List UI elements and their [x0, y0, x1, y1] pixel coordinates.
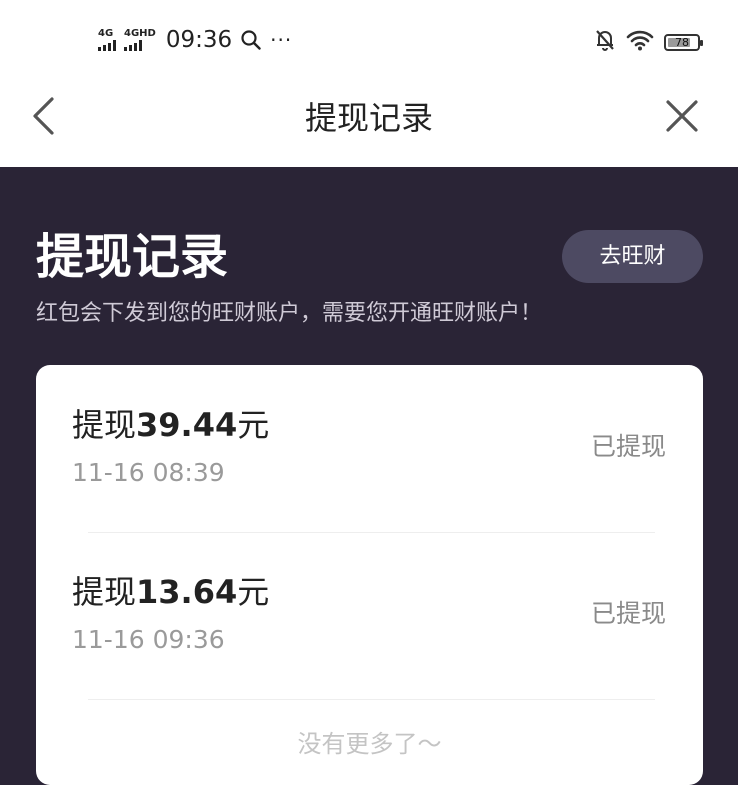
- record-time: 11-16 09:36: [72, 625, 225, 654]
- records-card: 提现39.44元 11-16 08:39 已提现 提现13.64元 11-16 …: [36, 365, 703, 785]
- battery-icon: 78: [664, 33, 703, 51]
- record-status: 已提现: [590, 599, 666, 628]
- record-amount-value: 39.44: [136, 406, 238, 444]
- hero-title: 提现记录: [36, 229, 229, 285]
- record-item: 提现39.44元 11-16 08:39 已提现: [36, 365, 703, 533]
- signal-bars-icon: [98, 40, 116, 51]
- top-area: 4G 4GHD 09:36 ··· 78 提现记录: [0, 0, 738, 167]
- status-bar: 4G 4GHD 09:36 ··· 78: [0, 22, 738, 62]
- record-amount: 提现39.44元: [72, 405, 269, 445]
- record-time: 11-16 08:39: [72, 458, 225, 487]
- record-prefix: 提现: [72, 573, 137, 611]
- hero-subtitle: 红包会下发到您的旺财账户，需要您开通旺财账户！: [36, 301, 543, 326]
- record-amount: 提现13.64元: [72, 572, 269, 612]
- page-title: 提现记录: [304, 99, 433, 137]
- go-wangcai-button[interactable]: 去旺财: [562, 230, 703, 283]
- signal-2: 4GHD: [124, 29, 156, 51]
- wifi-icon: [626, 29, 654, 55]
- record-unit: 元: [237, 406, 270, 444]
- more-icon: ···: [270, 28, 293, 52]
- search-icon: [240, 29, 262, 51]
- hero-section: 提现记录 去旺财 红包会下发到您的旺财账户，需要您开通旺财账户！: [0, 167, 738, 367]
- status-time: 09:36: [165, 27, 233, 53]
- divider: [88, 699, 655, 700]
- record-prefix: 提现: [72, 406, 137, 444]
- status-right: 78: [594, 28, 703, 56]
- signal-bars-icon: [124, 40, 142, 51]
- no-more-text: 没有更多了～: [297, 730, 442, 758]
- signal-2-label: 4GHD: [124, 28, 156, 39]
- battery-level: 78: [675, 35, 689, 49]
- status-left: 4G 4GHD 09:36 ···: [98, 26, 292, 54]
- record-status: 已提现: [590, 432, 666, 461]
- close-icon: [666, 100, 698, 132]
- record-item: 提现13.64元 11-16 09:36 已提现: [36, 532, 703, 700]
- record-unit: 元: [237, 573, 270, 611]
- record-amount-value: 13.64: [136, 573, 238, 611]
- bell-muted-icon: [594, 28, 616, 56]
- nav-bar: 提现记录: [0, 80, 738, 156]
- signal-1: 4G: [98, 29, 116, 51]
- signal-1-label: 4G: [98, 28, 114, 39]
- close-button[interactable]: [664, 98, 700, 134]
